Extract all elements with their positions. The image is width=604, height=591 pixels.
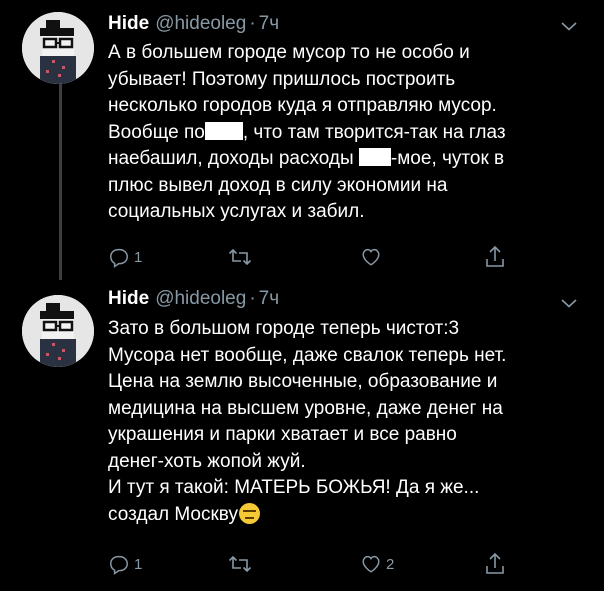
- heart-icon: [362, 555, 380, 573]
- expressionless-face-emoji: [238, 502, 260, 524]
- display-name[interactable]: Hide: [108, 13, 149, 34]
- reply-button[interactable]: 1: [108, 243, 142, 271]
- chevron-down-icon[interactable]: [560, 297, 578, 309]
- tweet[interactable]: Hide @hideoleg · 7ч А в большем городе мусо…: [0, 0, 604, 285]
- pixel-avatar-icon: [22, 12, 94, 84]
- share-icon: [486, 245, 504, 267]
- reply-icon: [110, 555, 128, 575]
- tweet-actions: 1: [108, 243, 528, 271]
- user-handle[interactable]: @hideoleg: [155, 13, 246, 34]
- retweet-icon: [228, 555, 252, 573]
- tweet[interactable]: Hide @hideoleg · 7ч Зато в большом городе т…: [0, 285, 604, 591]
- user-handle[interactable]: @hideoleg: [155, 288, 246, 309]
- pixel-avatar-icon: [22, 295, 94, 367]
- share-button[interactable]: [484, 550, 506, 578]
- display-name[interactable]: Hide: [108, 288, 149, 309]
- reply-count: 1: [134, 248, 143, 266]
- avatar[interactable]: [22, 12, 94, 84]
- timestamp[interactable]: 7ч: [259, 13, 279, 34]
- tweet-header: Hide @hideoleg · 7ч: [108, 13, 279, 35]
- retweet-icon: [228, 248, 252, 266]
- share-button[interactable]: [484, 243, 506, 271]
- like-button[interactable]: [360, 243, 386, 271]
- separator: ·: [249, 13, 256, 34]
- tweet-actions: 1 2: [108, 550, 528, 578]
- chevron-down-icon[interactable]: [560, 20, 578, 32]
- tweet-text: А в большем городе мусор то не особо и у…: [108, 40, 588, 226]
- reply-icon: [110, 248, 128, 268]
- reply-count: 1: [134, 555, 143, 573]
- reply-button[interactable]: 1: [108, 550, 142, 578]
- like-count: 2: [386, 555, 395, 573]
- redaction-bar: [204, 121, 243, 140]
- redaction-bar: [358, 148, 391, 166]
- like-button[interactable]: 2: [360, 550, 394, 578]
- retweet-button[interactable]: [228, 550, 256, 578]
- timestamp[interactable]: 7ч: [259, 288, 279, 309]
- separator: ·: [249, 288, 256, 309]
- tweet-text: Зато в большом городе теперь чистот:3 Му…: [108, 316, 588, 528]
- share-icon: [486, 552, 504, 574]
- tweet-text-content: Зато в большом городе теперь чистот:3 Му…: [108, 318, 507, 525]
- tweet-header: Hide @hideoleg · 7ч: [108, 288, 279, 310]
- retweet-button[interactable]: [228, 243, 256, 271]
- heart-icon: [362, 248, 380, 266]
- avatar[interactable]: [22, 295, 94, 367]
